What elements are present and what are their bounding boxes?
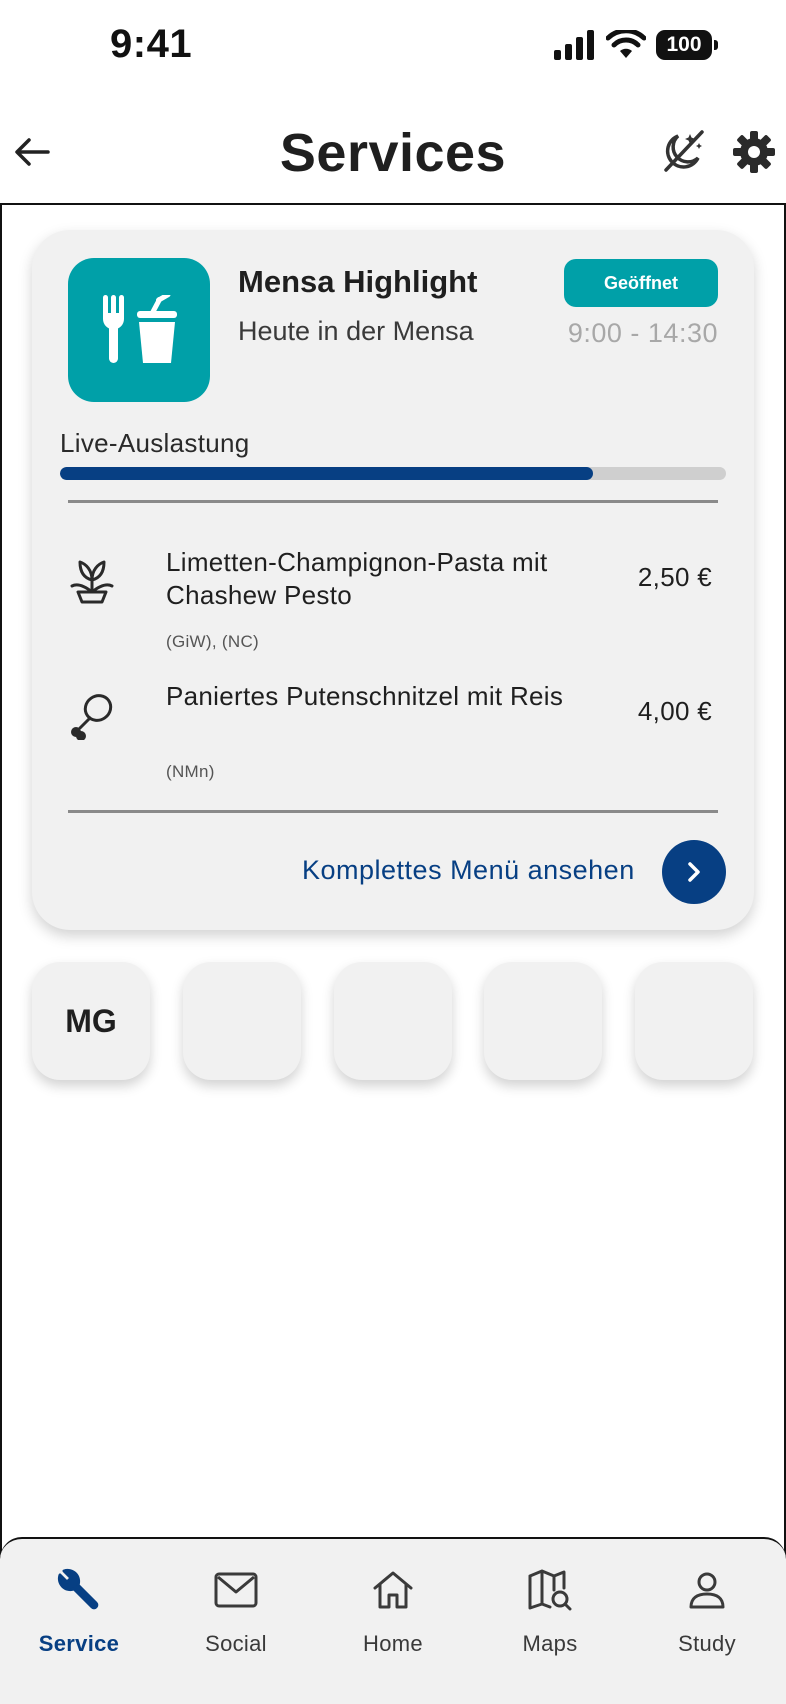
settings-button[interactable]	[732, 130, 778, 176]
quick-tile[interactable]	[334, 962, 452, 1080]
full-menu-link[interactable]: Komplettes Menü ansehen	[302, 855, 635, 886]
mensa-subtitle: Heute in der Mensa	[238, 316, 474, 346]
nav-item-social[interactable]: Social	[171, 1567, 301, 1677]
nav-label: Service	[38, 1631, 120, 1656]
nav-item-maps[interactable]: Maps	[485, 1567, 615, 1677]
divider	[68, 810, 718, 813]
sprout-icon	[70, 560, 114, 604]
dish-name: Limetten-Champignon-Pasta mit Chashew Pe…	[166, 547, 548, 610]
mensa-title: Mensa Highlight	[238, 264, 478, 299]
dark-mode-off-icon	[664, 130, 704, 172]
fork-drink-icon	[103, 295, 177, 363]
quick-tile[interactable]	[635, 962, 753, 1080]
map-search-icon	[528, 1569, 572, 1611]
opening-hours: 9:00 - 14:30	[567, 318, 718, 348]
status-time: 9:41	[110, 22, 193, 66]
nav-label: Maps	[522, 1631, 578, 1656]
dish-price: 2,50 €	[637, 562, 712, 592]
gear-icon	[733, 131, 775, 173]
nav-item-study[interactable]: Study	[642, 1567, 772, 1677]
nav-label: Home	[363, 1631, 423, 1656]
home-icon	[373, 1571, 413, 1609]
quick-tile-mg[interactable]: MG	[32, 962, 150, 1080]
nav-label: Study	[678, 1631, 736, 1656]
status-badge: Geöffnet	[564, 259, 718, 307]
mensa-icon-tile	[68, 258, 210, 402]
mail-icon	[214, 1572, 258, 1608]
wrench-icon	[57, 1568, 99, 1610]
person-icon	[689, 1572, 725, 1609]
status-icons: 100	[554, 30, 718, 60]
divider	[68, 500, 718, 503]
drumstick-icon	[71, 694, 113, 740]
live-load-fill	[60, 467, 593, 480]
dish-price: 4,00 €	[637, 696, 712, 726]
status-bar: 9:41 100	[0, 0, 786, 96]
chevron-right-icon	[688, 862, 700, 882]
mensa-highlight-card[interactable]: Mensa Highlight Heute in der Mensa Geöff…	[32, 230, 754, 930]
quick-tile[interactable]	[484, 962, 602, 1080]
nav-item-home[interactable]: Home	[328, 1567, 458, 1677]
battery-indicator: 100	[656, 30, 718, 60]
live-load-bar	[60, 467, 726, 480]
nav-item-service[interactable]: Service	[14, 1567, 144, 1677]
live-load-label: Live-Auslastung	[60, 428, 250, 458]
quick-tile[interactable]	[183, 962, 301, 1080]
full-menu-button[interactable]	[662, 840, 726, 904]
dish-tags: (GiW), (NC)	[166, 632, 259, 651]
theme-toggle-button[interactable]	[660, 128, 706, 174]
dish-tags: (NMn)	[166, 762, 215, 781]
bottom-navigation: Service Social Home Maps Study	[0, 1537, 786, 1704]
signal-icon	[554, 30, 594, 60]
wifi-icon	[606, 30, 646, 58]
nav-label: Social	[205, 1631, 267, 1656]
dish-name: Paniertes Putenschnitzel mit Reis	[166, 681, 564, 711]
